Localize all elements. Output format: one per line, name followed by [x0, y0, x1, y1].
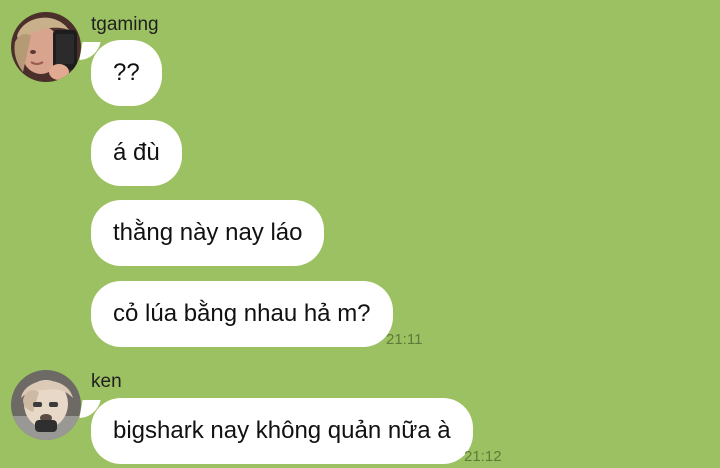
message-bubble[interactable]: á đù	[91, 120, 182, 186]
avatar-ken[interactable]	[11, 370, 81, 440]
chat-view: tgaming ?? á đù thằng này nay láo cỏ lúa…	[0, 0, 720, 468]
message-text: cỏ lúa bằng nhau hả m?	[113, 300, 371, 327]
message-text: ??	[113, 59, 140, 86]
message-bubble[interactable]: cỏ lúa bằng nhau hả m?	[91, 281, 393, 347]
message-timestamp: 21:12	[464, 448, 502, 465]
message-timestamp: 21:11	[386, 331, 423, 348]
avatar-tgaming[interactable]	[11, 12, 81, 82]
message-text: bigshark nay không quản nữa à	[113, 417, 451, 444]
message-text: á đù	[113, 139, 160, 166]
message-bubble[interactable]: bigshark nay không quản nữa à	[91, 398, 473, 464]
message-bubble[interactable]: thằng này nay láo	[91, 200, 325, 266]
sender-name: ken	[91, 371, 122, 392]
message-bubble[interactable]: ??	[91, 40, 162, 106]
message-text: thằng này nay láo	[113, 219, 303, 246]
sender-name: tgaming	[91, 14, 159, 35]
